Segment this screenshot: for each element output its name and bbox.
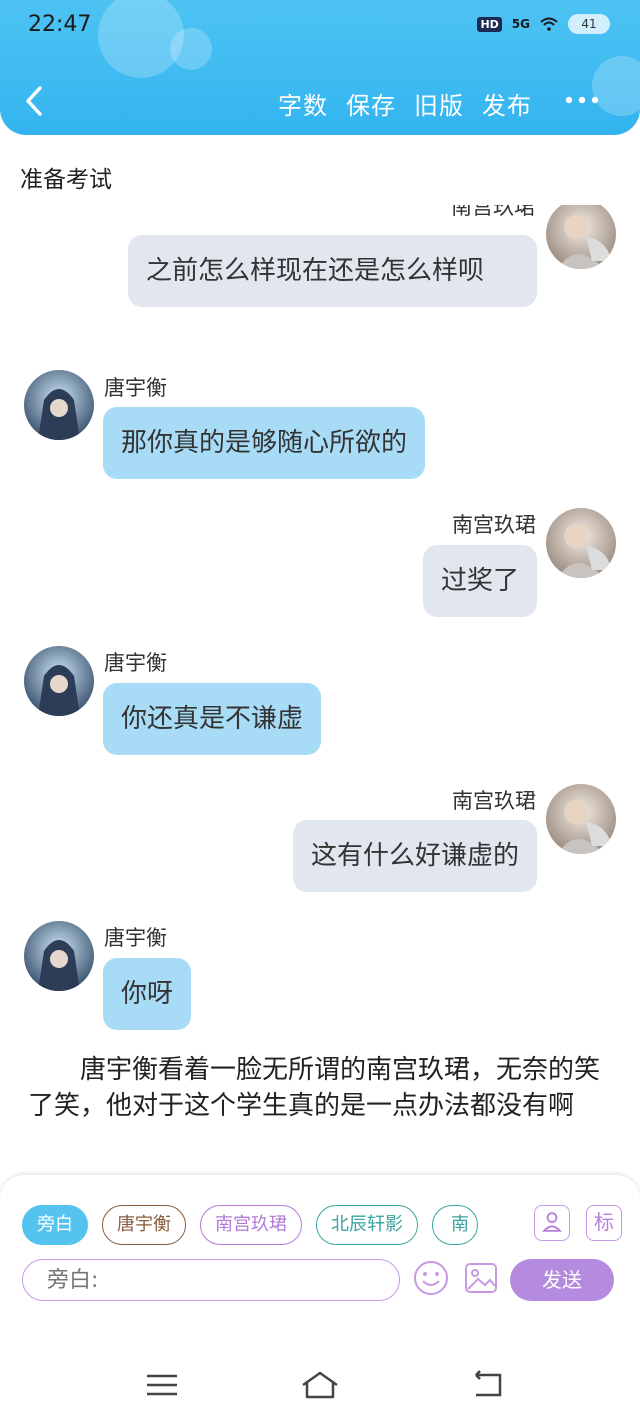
emoji-icon[interactable]	[412, 1259, 450, 1297]
word-count-button[interactable]: 字数	[278, 86, 328, 121]
avatar-tang[interactable]	[24, 646, 94, 716]
compose-input[interactable]	[22, 1259, 400, 1301]
old-version-button[interactable]: 旧版	[414, 86, 464, 121]
chevron-left-icon	[26, 86, 42, 116]
publish-button[interactable]: 发布	[482, 86, 532, 121]
role-chip-narrator[interactable]: 旁白	[22, 1205, 88, 1245]
hd-icon: HD	[477, 16, 502, 32]
avatar-nangong[interactable]	[546, 205, 616, 269]
speaker-name: 唐宇衡	[104, 926, 167, 950]
tag-icon[interactable]: 标	[586, 1205, 622, 1241]
message-bubble: 过奖了	[422, 545, 537, 617]
system-nav-bar	[0, 1347, 640, 1422]
battery-indicator: 41	[568, 14, 610, 34]
status-icons: HD 5G 41	[477, 14, 610, 34]
role-chip-partial[interactable]: 南	[432, 1205, 478, 1245]
message-bubble: 你呀	[103, 958, 192, 1030]
status-time: 22:47	[28, 12, 92, 37]
speaker-name: 南宫玖珺	[452, 513, 536, 537]
avatar-tang[interactable]	[24, 370, 94, 440]
toolbar: 字数 保存 旧版 发布	[278, 86, 532, 121]
avatar-tang[interactable]	[24, 921, 94, 991]
speaker-name: 唐宇衡	[104, 651, 167, 675]
back-button[interactable]	[20, 82, 50, 120]
role-manage-icon[interactable]	[534, 1205, 570, 1241]
person-icon	[542, 1212, 562, 1232]
avatar-nangong[interactable]	[546, 508, 616, 578]
send-button[interactable]: 发送	[510, 1259, 614, 1301]
decor-bubble	[170, 28, 212, 70]
save-button[interactable]: 保存	[346, 86, 396, 121]
role-chip-beichen[interactable]: 北辰轩影	[316, 1205, 418, 1245]
role-selector: 旁白 唐宇衡 南宫玖珺 北辰轩影 南	[22, 1205, 522, 1245]
speaker-name: 南宫玖珺	[452, 789, 536, 813]
speaker-name: 唐宇衡	[104, 376, 167, 400]
home-icon[interactable]	[300, 1369, 340, 1401]
message-bubble: 你还真是不谦虚	[103, 683, 322, 755]
back-nav-icon[interactable]	[468, 1369, 508, 1401]
chat-area: 南宫玖珺 之前怎么样现在还是怎么样呗 唐宇衡 那你真的是够随心所欲的 南宫玖珺 …	[0, 205, 640, 1175]
compose-panel: 旁白 唐宇衡 南宫玖珺 北辰轩影 南 标 发送	[0, 1175, 640, 1347]
role-chip-tang[interactable]: 唐宇衡	[102, 1205, 186, 1245]
narration-text: 唐宇衡看着一脸无所谓的南宫玖珺，无奈的笑了笑，他对于这个学生真的是一点办法都没有…	[28, 1055, 601, 1121]
image-icon[interactable]	[462, 1259, 500, 1297]
wifi-icon	[540, 17, 558, 31]
document-title: 准备考试	[20, 167, 112, 193]
menu-icon[interactable]	[142, 1369, 182, 1401]
app-header: 22:47 HD 5G 41 字数 保存 旧版 发布	[0, 0, 640, 135]
message-bubble: 之前怎么样现在还是怎么样呗	[128, 235, 537, 307]
more-icon[interactable]	[564, 90, 600, 110]
message-bubble: 那你真的是够随心所欲的	[103, 407, 426, 479]
signal-icon: 5G	[511, 17, 530, 31]
avatar-nangong[interactable]	[546, 784, 616, 854]
message-bubble: 这有什么好谦虚的	[292, 820, 537, 892]
role-chip-nangong[interactable]: 南宫玖珺	[200, 1205, 302, 1245]
speaker-name: 南宫玖珺	[451, 205, 535, 219]
